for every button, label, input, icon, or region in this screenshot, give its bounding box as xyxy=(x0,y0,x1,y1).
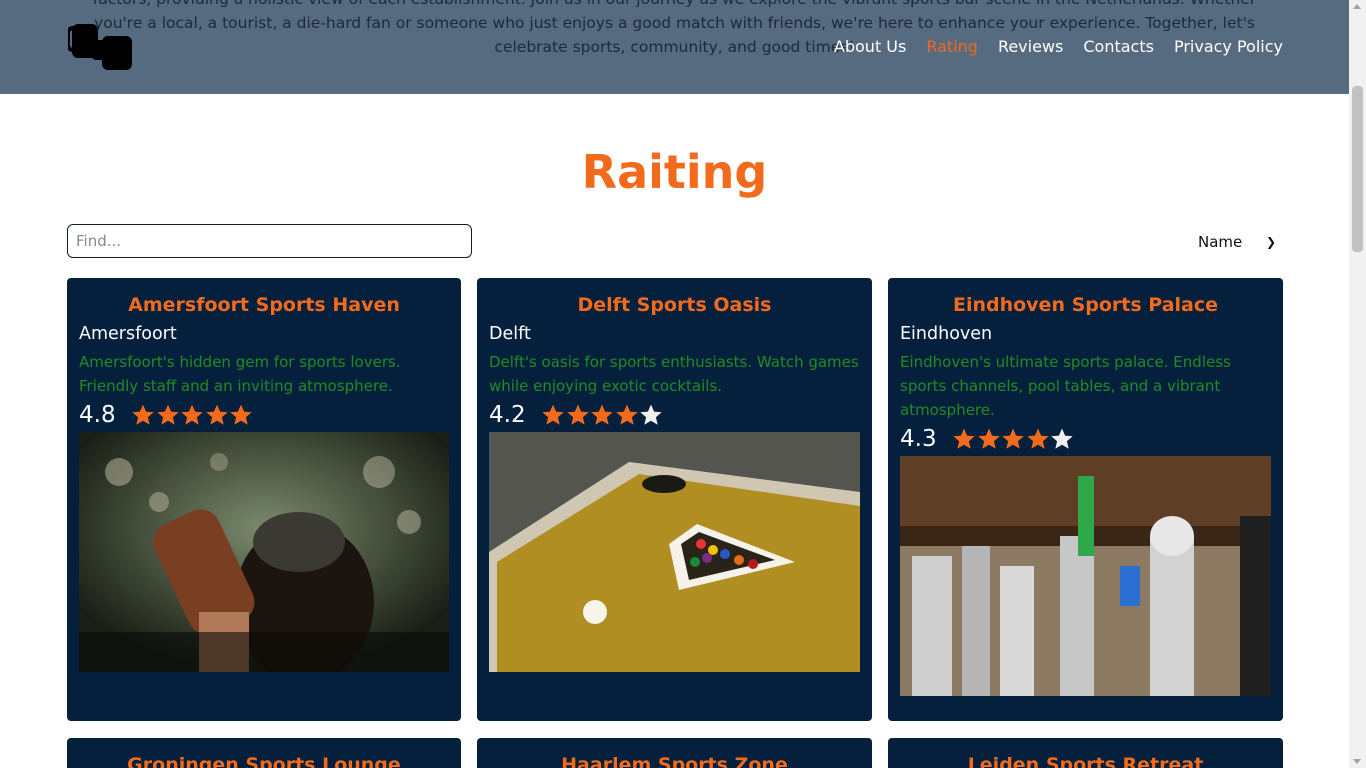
star-filled-icon xyxy=(205,404,228,425)
star-filled-icon xyxy=(156,404,179,425)
venue-card[interactable]: Haarlem Sports Zone xyxy=(477,738,872,768)
venue-city: Eindhoven xyxy=(900,324,993,344)
venue-description: Eindhoven's ultimate sports palace. Endl… xyxy=(900,353,1231,419)
venue-city: Delft xyxy=(489,324,531,344)
page-scrollbar[interactable] xyxy=(1349,0,1366,768)
rating-row: 4.2 xyxy=(489,400,860,430)
pool-table-photo xyxy=(489,432,860,672)
sort-selected-value: Name xyxy=(1198,233,1243,251)
venue-card[interactable]: Eindhoven Sports Palace Eindhoven Eindho… xyxy=(888,278,1283,721)
star-empty-icon xyxy=(640,404,662,425)
rating-value: 4.2 xyxy=(489,402,526,428)
main-nav: About Us Rating Reviews Contacts Privacy… xyxy=(814,37,1283,56)
venue-title[interactable]: Amersfoort Sports Haven xyxy=(79,294,449,316)
nav-rating[interactable]: Rating xyxy=(926,37,978,56)
star-rating xyxy=(952,427,1075,451)
venue-card[interactable]: Groningen Sports Lounge xyxy=(67,738,461,768)
site-header: factors, providing a holistic view of ea… xyxy=(0,0,1349,94)
nav-about-us[interactable]: About Us xyxy=(834,37,906,56)
nav-reviews[interactable]: Reviews xyxy=(998,37,1063,56)
page-title: Raiting xyxy=(581,145,768,199)
bartender-photo xyxy=(79,432,449,672)
beer-mugs-logo-icon[interactable] xyxy=(68,20,136,72)
venue-city: Amersfoort xyxy=(79,324,177,344)
venue-title[interactable]: Eindhoven Sports Palace xyxy=(900,294,1271,316)
star-rating xyxy=(541,403,664,427)
sort-select[interactable]: Name ❯ xyxy=(1190,230,1284,254)
star-filled-icon xyxy=(1002,428,1024,449)
rating-value: 4.3 xyxy=(900,426,937,452)
chevron-down-icon: ❯ xyxy=(1265,235,1276,249)
venue-card[interactable]: Delft Sports Oasis Delft Delft's oasis f… xyxy=(477,278,872,721)
beer-taps-photo xyxy=(900,456,1271,696)
star-filled-icon xyxy=(615,404,638,425)
rating-row: 4.8 xyxy=(79,400,449,430)
venue-title[interactable]: Leiden Sports Retreat xyxy=(900,754,1271,768)
venue-description: Amersfoort's hidden gem for sports lover… xyxy=(79,353,401,395)
star-filled-icon xyxy=(132,404,154,425)
star-empty-icon xyxy=(1051,428,1073,449)
venue-description: Delft's oasis for sports enthusiasts. Wa… xyxy=(489,353,859,395)
rating-row: 4.3 xyxy=(900,424,1271,454)
nav-contacts[interactable]: Contacts xyxy=(1083,37,1154,56)
search-input[interactable] xyxy=(67,224,472,258)
venue-title[interactable]: Haarlem Sports Zone xyxy=(489,754,860,768)
star-filled-icon xyxy=(542,404,564,425)
scrollbar-thumb[interactable] xyxy=(1352,86,1363,252)
scroll-down-arrow-icon[interactable] xyxy=(1353,759,1361,764)
star-filled-icon xyxy=(181,404,203,425)
star-filled-icon xyxy=(953,428,975,449)
star-filled-icon xyxy=(977,428,1000,449)
scroll-up-arrow-icon[interactable] xyxy=(1353,4,1361,9)
venue-title[interactable]: Groningen Sports Lounge xyxy=(79,754,449,768)
venue-card[interactable]: Leiden Sports Retreat xyxy=(888,738,1283,768)
star-filled-icon xyxy=(566,404,589,425)
rating-value: 4.8 xyxy=(79,402,116,428)
venue-title[interactable]: Delft Sports Oasis xyxy=(489,294,860,316)
star-filled-icon xyxy=(1026,428,1049,449)
star-rating xyxy=(131,403,254,427)
star-filled-icon xyxy=(230,404,252,425)
star-filled-icon xyxy=(591,404,613,425)
venue-card[interactable]: Amersfoort Sports Haven Amersfoort Amers… xyxy=(67,278,461,721)
nav-privacy-policy[interactable]: Privacy Policy xyxy=(1174,37,1283,56)
